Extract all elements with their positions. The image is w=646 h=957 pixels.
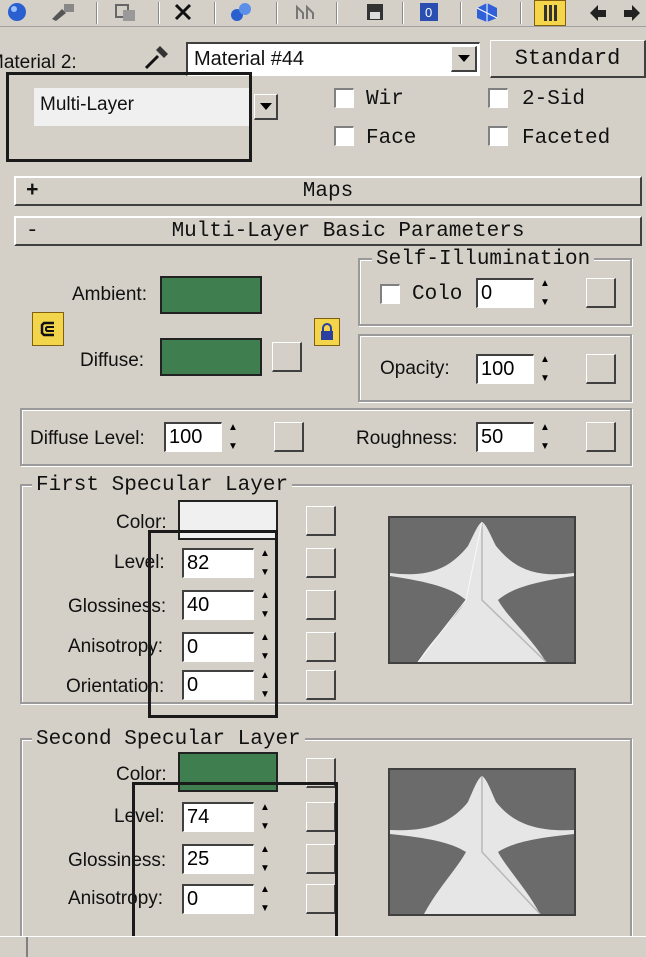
ambient-label: Ambient:: [72, 284, 147, 305]
go-to-parent-icon[interactable]: [582, 0, 612, 24]
highlight-box-shader: [6, 72, 252, 162]
material-name-field[interactable]: Material #44: [186, 42, 480, 76]
material-type-button[interactable]: Standard: [490, 40, 646, 78]
face-map-label: Face: [366, 127, 417, 150]
first-spec-level-map-button[interactable]: [306, 548, 336, 578]
self-illumination-title: Self-Illumination: [372, 248, 595, 271]
diffuse-label: Diffuse:: [80, 350, 145, 371]
svg-text:0: 0: [425, 5, 432, 20]
shader-dropdown-arrow[interactable]: [254, 94, 278, 120]
save-icon[interactable]: [360, 0, 390, 24]
go-forward-icon[interactable]: [618, 0, 646, 24]
maps-rollout-header[interactable]: + Maps: [14, 176, 642, 206]
first-specular-highlight-graph: [388, 516, 576, 664]
self-illum-value-field[interactable]: 0: [476, 278, 534, 308]
diffuse-level-field[interactable]: 100: [164, 422, 222, 452]
diffuse-level-label: Diffuse Level:: [30, 428, 145, 449]
put-to-scene-icon[interactable]: [110, 0, 140, 24]
two-sided-checkbox[interactable]: [488, 88, 508, 108]
opacity-label: Opacity:: [380, 358, 450, 379]
wire-checkbox[interactable]: [334, 88, 354, 108]
first-spec-anisotropy-map-button[interactable]: [306, 632, 336, 662]
lock-ambient-diffuse-button[interactable]: [32, 312, 64, 346]
diffuse-color-swatch[interactable]: [160, 338, 262, 376]
highlight-box-first-specular: [148, 530, 278, 718]
lock-icon[interactable]: [314, 318, 340, 346]
diffuse-map-button[interactable]: [272, 342, 302, 372]
roughness-spinner[interactable]: ▲ ▼: [536, 422, 554, 452]
first-spec-orientation-map-button[interactable]: [306, 670, 336, 700]
first-spec-glossiness-map-button[interactable]: [306, 590, 336, 620]
material-slot-label: Material 2:: [0, 52, 77, 73]
faceted-label: Faceted: [522, 127, 611, 150]
first-spec-color-map-button[interactable]: [306, 506, 336, 536]
material-editor-toolbar: 0: [0, 0, 646, 27]
roughness-field[interactable]: 50: [476, 422, 534, 452]
show-map-icon[interactable]: [472, 0, 502, 24]
self-illum-color-label: Colo: [412, 283, 463, 306]
roughness-map-button[interactable]: [586, 422, 616, 452]
two-sided-label: 2-Sid: [522, 88, 586, 111]
material-id-icon[interactable]: 0: [414, 0, 444, 24]
assign-icon[interactable]: [226, 0, 256, 24]
second-specular-title: Second Specular Layer: [32, 728, 305, 751]
self-illum-spinner[interactable]: ▲ ▼: [536, 278, 554, 308]
reset-icon[interactable]: [290, 0, 320, 24]
opacity-map-button[interactable]: [586, 354, 616, 384]
ambient-color-swatch[interactable]: [160, 276, 262, 314]
wire-label: Wir: [366, 88, 404, 111]
sphere-icon[interactable]: [2, 0, 32, 24]
material-dropdown-arrow[interactable]: [451, 46, 477, 72]
bottom-strip: [0, 936, 646, 957]
self-illum-color-checkbox[interactable]: [380, 284, 400, 304]
show-end-result-icon[interactable]: [534, 0, 566, 26]
delete-icon[interactable]: [168, 0, 198, 24]
roughness-label: Roughness:: [356, 428, 458, 449]
diffuse-level-spinner[interactable]: ▲ ▼: [224, 422, 242, 452]
highlight-box-second-specular: [132, 782, 338, 940]
second-specular-highlight-graph: [388, 768, 576, 916]
opacity-field[interactable]: 100: [476, 354, 534, 384]
basic-params-rollout-header[interactable]: - Multi-Layer Basic Parameters: [14, 216, 642, 246]
diffuse-level-map-button[interactable]: [274, 422, 304, 452]
opacity-spinner[interactable]: ▲ ▼: [536, 354, 554, 384]
pick-icon[interactable]: [48, 0, 78, 24]
self-illum-map-button[interactable]: [586, 278, 616, 308]
first-specular-title: First Specular Layer: [32, 474, 293, 497]
face-map-checkbox[interactable]: [334, 126, 354, 146]
faceted-checkbox[interactable]: [488, 126, 508, 146]
